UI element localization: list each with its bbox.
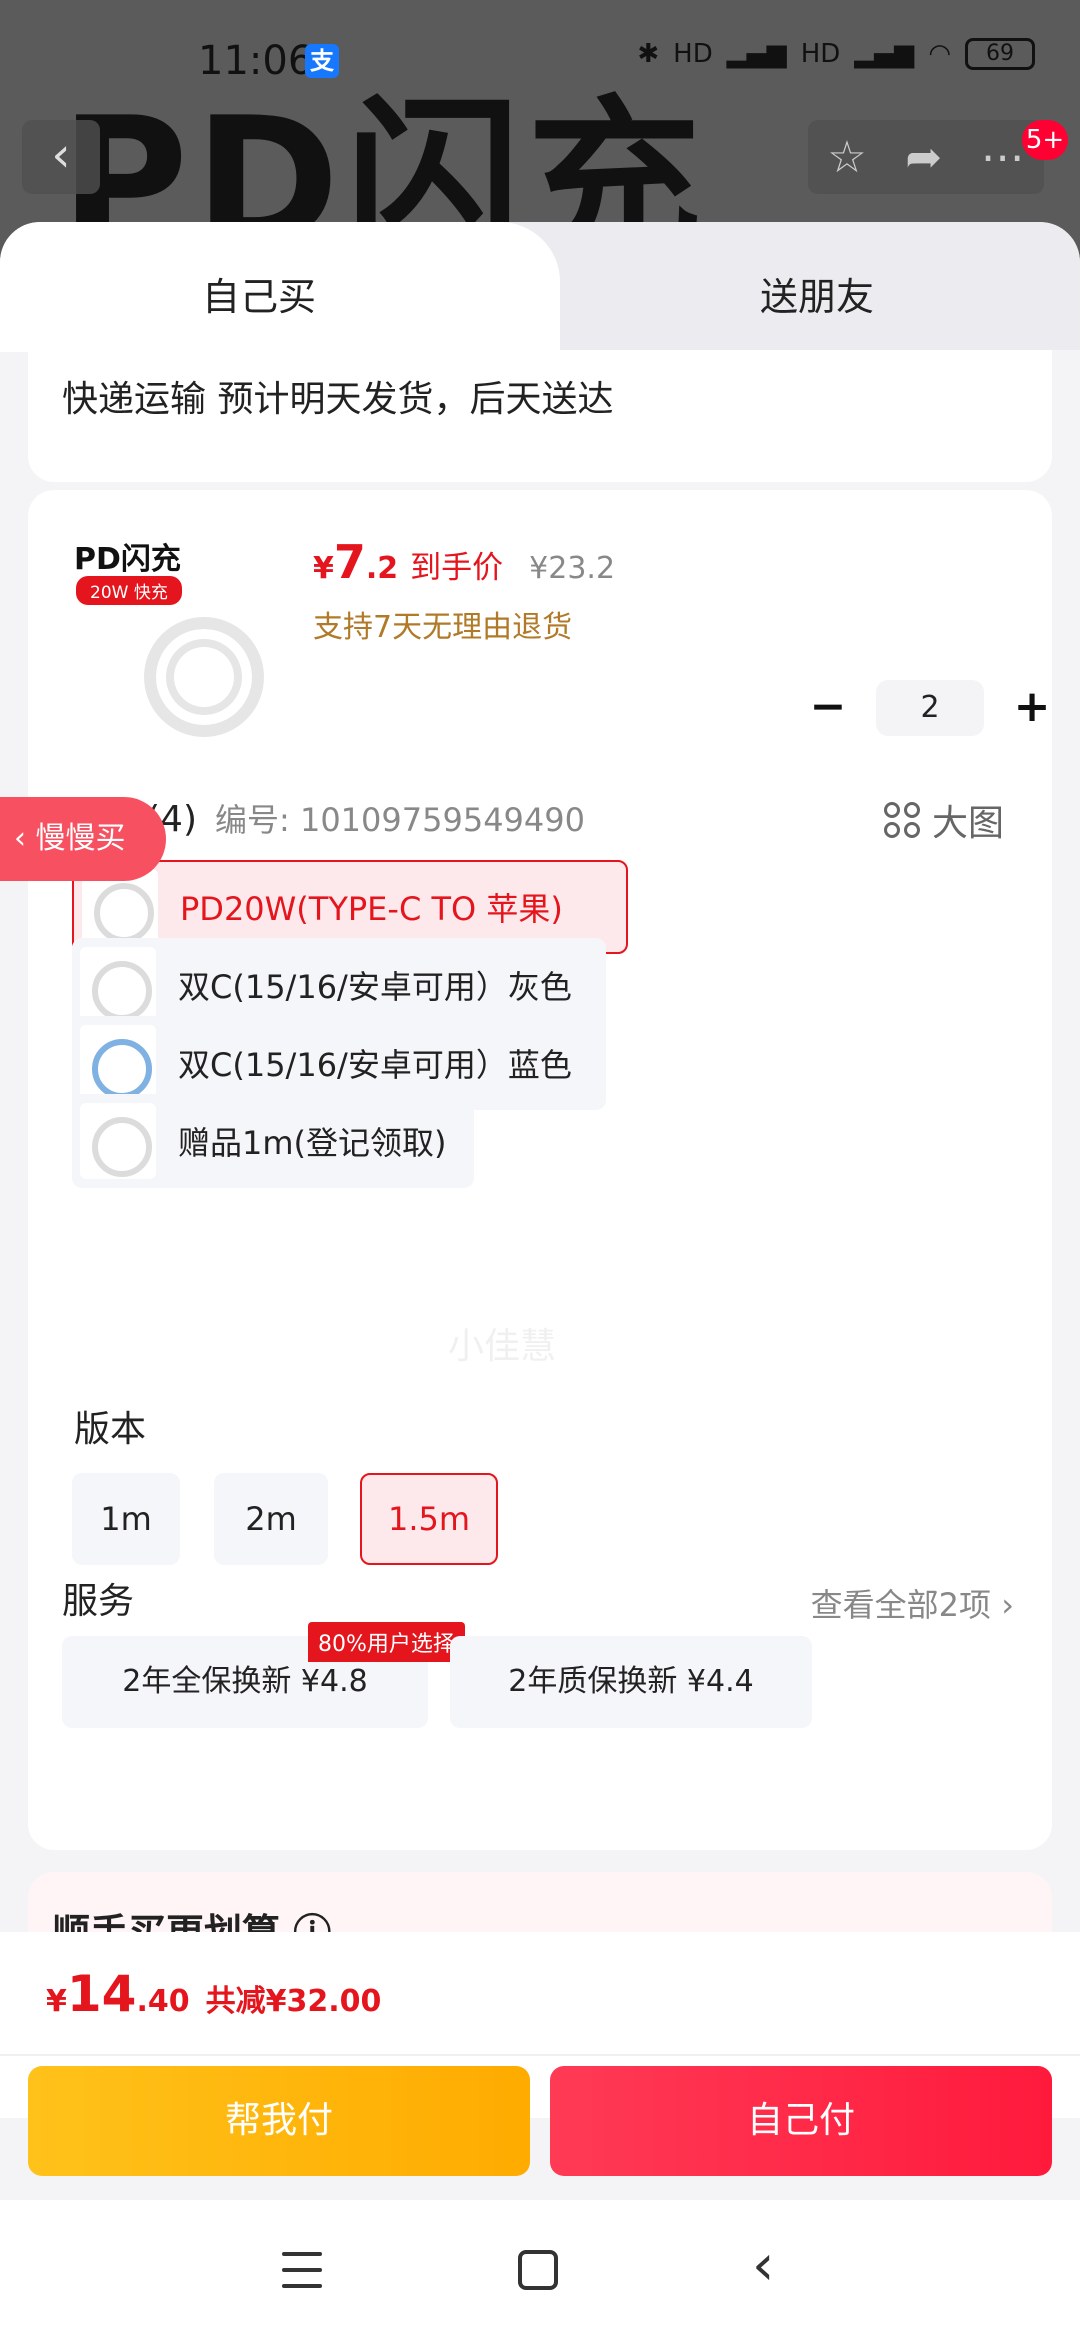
- big-image-label: 大图: [931, 803, 1004, 844]
- color-option-label: PD20W(TYPE-C TO 苹果): [180, 890, 563, 928]
- slow-buy-side-tab[interactable]: ‹ 慢慢买: [0, 797, 166, 881]
- popular-badge: 80%用户选择: [308, 1622, 465, 1662]
- page-back-icon[interactable]: ‹: [22, 120, 100, 194]
- grid-icon: [883, 802, 920, 838]
- background-product-title: PD闪充: [60, 81, 708, 240]
- signal-label-2: HD: [800, 39, 841, 69]
- status-bar: 11:06 支 ✱ HD ▂▄▆ HD ▂▄▆ ◠ 69: [0, 0, 1080, 110]
- original-price: ¥23.2: [529, 551, 616, 586]
- notification-badge: 5+: [1022, 120, 1068, 160]
- signal-icon-2: ▂▄▆: [854, 39, 915, 69]
- home-icon[interactable]: [518, 2250, 558, 2290]
- total-decimal: .40: [136, 1984, 190, 2019]
- return-policy: 支持7天无理由退货: [313, 610, 573, 645]
- version-option-1m[interactable]: 1m: [72, 1473, 180, 1565]
- status-time: 11:06: [198, 38, 314, 84]
- price-integer: 7: [333, 535, 366, 589]
- version-option-2m[interactable]: 2m: [214, 1473, 328, 1565]
- signal-label-1: HD: [673, 39, 713, 69]
- price-row: ¥7.2 到手价 ¥23.2: [313, 535, 615, 589]
- purchase-tabs: 送朋友 自己买: [0, 222, 1080, 352]
- cable-image: [144, 617, 264, 737]
- total-price: ¥ 14 .40 共减¥32.00: [46, 1965, 381, 2023]
- option-thumb-icon: [80, 1103, 156, 1179]
- option-thumb-icon: [80, 947, 156, 1023]
- color-option-4[interactable]: 赠品1m(登记领取): [72, 1094, 474, 1188]
- color-option-label: 双C(15/16/安卓可用）蓝色: [178, 1046, 572, 1084]
- total-currency: ¥: [46, 1984, 67, 2019]
- slow-buy-label: 慢慢买: [35, 821, 126, 856]
- color-option-label: 赠品1m(登记领取): [178, 1124, 447, 1162]
- tab-self[interactable]: 自己买: [0, 222, 560, 352]
- footer-divider: [0, 2054, 1080, 2056]
- see-all-services-link[interactable]: 查看全部2项 ›: [811, 1580, 1014, 1626]
- option-thumb-icon: [80, 1025, 156, 1101]
- shipping-text: 快递运输 预计明天发货，后天送达: [62, 379, 614, 420]
- price-decimal: .2: [365, 551, 399, 586]
- battery-icon: 69: [965, 38, 1035, 70]
- bluetooth-icon: ✱: [637, 39, 660, 69]
- price-tag: 到手价: [410, 550, 504, 586]
- service-option-quality[interactable]: 2年质保换新 ¥4.4: [450, 1636, 812, 1728]
- quantity-value[interactable]: 2: [876, 680, 984, 736]
- wifi-icon: ◠: [928, 39, 951, 69]
- increase-button[interactable]: +: [1002, 680, 1062, 736]
- decrease-button[interactable]: −: [798, 680, 858, 736]
- shipping-card: 快递运输 预计明天发货，后天送达: [28, 350, 1052, 482]
- back-icon[interactable]: ‹: [752, 2238, 774, 2294]
- alipay-icon: 支: [305, 44, 339, 78]
- watermark: 小佳慧: [448, 1326, 557, 1367]
- product-code: 编号: 10109759549490: [215, 801, 585, 839]
- total-integer: 14: [66, 1965, 137, 2023]
- thumb-badge: 20W 快充: [76, 576, 182, 605]
- version-option-1-5m[interactable]: 1.5m: [360, 1473, 498, 1565]
- total-savings: 共减¥32.00: [205, 1984, 382, 2019]
- favorite-star-icon[interactable]: ☆: [827, 132, 866, 183]
- tab-friend-label: 送朋友: [760, 275, 875, 319]
- share-icon[interactable]: ➦: [905, 132, 942, 183]
- final-price: ¥7.2: [313, 535, 398, 589]
- more-icon[interactable]: ⋯: [981, 132, 1025, 183]
- product-card: PD闪充 20W 快充 ¥7.2 到手价 ¥23.2 支持7天无理由退货 − 2…: [28, 490, 1052, 1850]
- top-actions: ☆ ➦ ⋯: [808, 120, 1044, 194]
- signal-icon-1: ▂▄▆: [726, 39, 787, 69]
- quantity-stepper: − 2 +: [798, 680, 1062, 736]
- pay-self-button[interactable]: 自己付: [550, 2066, 1052, 2176]
- service-label: 服务: [62, 1581, 135, 1622]
- color-option-label: 双C(15/16/安卓可用）灰色: [178, 968, 572, 1006]
- thumb-title: PD闪充: [74, 542, 181, 577]
- pay-by-friend-button[interactable]: 帮我付: [28, 2066, 530, 2176]
- tab-self-label: 自己买: [202, 275, 317, 319]
- version-label: 版本: [74, 1409, 147, 1450]
- recent-apps-icon[interactable]: [282, 2252, 322, 2288]
- price-currency: ¥: [313, 551, 334, 586]
- big-image-button[interactable]: 大图: [883, 794, 1004, 846]
- status-icons: ✱ HD ▂▄▆ HD ▂▄▆ ◠ 69: [637, 38, 1035, 70]
- product-thumbnail[interactable]: PD闪充 20W 快充: [64, 522, 274, 742]
